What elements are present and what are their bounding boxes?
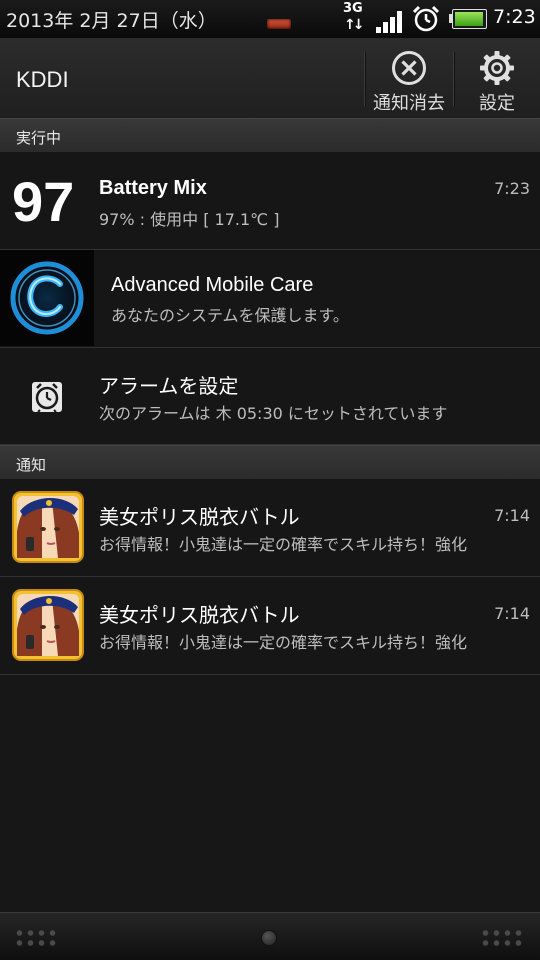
- notification-time: 7:14: [494, 604, 530, 623]
- settings-label: 設定: [479, 93, 515, 114]
- battery-icon: [449, 9, 487, 29]
- notification-title: Advanced Mobile Care: [111, 274, 314, 296]
- panel-drag-handle[interactable]: [0, 912, 540, 960]
- notification-title: アラームを設定: [99, 374, 239, 398]
- notification-subtitle: あなたのシステムを保護します。: [111, 306, 349, 325]
- notification-subtitle: お得情報！小鬼達は一定の確率でスキル持ち！強化: [99, 633, 468, 652]
- network-3g-icon: 3G ↑↓: [343, 1, 365, 33]
- signal-strength-icon: [376, 9, 406, 33]
- notification-battery-mix[interactable]: 97 Battery Mix 97% : 使用中 [ 17.1℃ ] 7:23: [0, 152, 540, 250]
- status-date: 2013年 2月 27日（水）: [6, 10, 217, 32]
- network-label: 3G: [343, 1, 363, 16]
- settings-button[interactable]: 設定: [454, 38, 540, 118]
- notification-panel: 2013年 2月 27日（水） 3G ↑↓ 7:23 KDDI 通知消去 設定 …: [0, 0, 540, 960]
- notification-subtitle: 次のアラームは 木 05:30 にセットされています: [99, 404, 448, 423]
- notification-game[interactable]: 美女ポリス脱衣バトル お得情報！小鬼達は一定の確率でスキル持ち！強化 7:14: [0, 577, 540, 675]
- drag-knob-icon[interactable]: [261, 930, 277, 946]
- amc-c-logo-icon: [10, 261, 84, 335]
- notification-time: 7:14: [494, 506, 530, 525]
- status-time: 7:23: [493, 6, 536, 28]
- notification-subtitle: お得情報！小鬼達は一定の確率でスキル持ち！強化: [99, 535, 468, 554]
- alarm-clock-icon: [412, 5, 440, 32]
- grip-dots-icon: [14, 928, 60, 948]
- notification-subtitle: 97% : 使用中 [ 17.1℃ ]: [99, 210, 280, 229]
- battery-percent-badge: 97: [12, 170, 75, 233]
- notification-alarm[interactable]: アラームを設定 次のアラームは 木 05:30 にセットされています: [0, 348, 540, 445]
- notification-title: Battery Mix: [99, 177, 207, 199]
- grip-dots-icon: [480, 928, 526, 948]
- section-header-notifications: 通知: [0, 445, 540, 480]
- notification-header: KDDI 通知消去 設定: [0, 38, 540, 119]
- alarm-clock-icon: [32, 382, 62, 413]
- section-title: 実行中: [16, 129, 62, 147]
- notification-time: 7:23: [494, 179, 530, 198]
- game-app-icon: [12, 491, 84, 563]
- clear-notifications-button[interactable]: 通知消去: [365, 38, 453, 118]
- notification-title: 美女ポリス脱衣バトル: [99, 505, 300, 529]
- game-app-icon: [12, 589, 84, 661]
- gear-icon: [480, 51, 514, 85]
- close-circle-icon: [392, 51, 426, 85]
- app-icon-frame: [0, 250, 94, 346]
- status-bar: 2013年 2月 27日（水） 3G ↑↓ 7:23: [0, 0, 540, 38]
- section-title: 通知: [16, 456, 47, 474]
- carrier-name: KDDI: [16, 67, 69, 92]
- notification-advanced-mobile-care[interactable]: Advanced Mobile Care あなたのシステムを保護します。: [0, 250, 540, 348]
- section-header-running: 実行中: [0, 118, 540, 153]
- notification-game[interactable]: 美女ポリス脱衣バトル お得情報！小鬼達は一定の確率でスキル持ち！強化 7:14: [0, 479, 540, 577]
- clear-notifications-label: 通知消去: [373, 93, 445, 114]
- notification-led-icon: [267, 19, 291, 29]
- notification-title: 美女ポリス脱衣バトル: [99, 603, 300, 627]
